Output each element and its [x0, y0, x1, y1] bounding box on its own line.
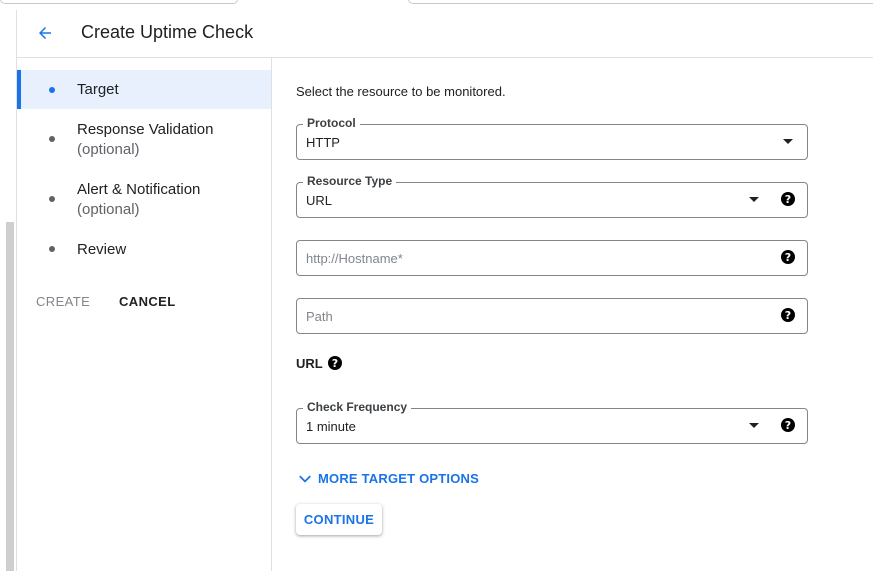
active-step-indicator	[17, 70, 21, 109]
uptime-check-page: Create Uptime Check Target Response Vali…	[0, 0, 873, 571]
create-button[interactable]: CREATE	[36, 294, 90, 309]
step-target[interactable]: Target	[17, 70, 271, 109]
protocol-select[interactable]: Protocol HTTP	[296, 116, 808, 160]
step-sublabel: (optional)	[77, 201, 140, 218]
check-frequency-value: 1 minute	[306, 419, 356, 434]
continue-button[interactable]: CONTINUE	[296, 504, 382, 535]
page-title: Create Uptime Check	[81, 22, 254, 42]
help-icon[interactable]: ?	[328, 356, 342, 370]
step-label: Response Validation	[77, 121, 214, 138]
step-dot	[49, 196, 55, 202]
arrow-back-icon	[39, 27, 51, 39]
more-target-options-toggle[interactable]: MORE TARGET OPTIONS	[298, 471, 479, 486]
step-label: Alert & Notification	[77, 181, 201, 198]
help-icon[interactable]: ?	[781, 308, 795, 322]
step-dot	[49, 87, 55, 93]
protocol-label: Protocol	[303, 116, 360, 130]
hostname-input[interactable]: http://Hostname* ?	[296, 240, 808, 276]
scrollbar-thumb[interactable]	[6, 222, 14, 571]
step-alert-notification[interactable]: Alert & Notification (optional)	[17, 174, 271, 224]
step-dot	[49, 246, 55, 252]
help-icon[interactable]: ?	[781, 192, 795, 206]
step-sublabel: (optional)	[77, 141, 140, 158]
url-label: URL	[296, 356, 323, 371]
browser-address-edge	[408, 0, 873, 4]
step-label: Review	[77, 241, 127, 258]
form-intro-text: Select the resource to be monitored.	[296, 84, 506, 99]
resource-type-select[interactable]: Resource Type URL ?	[296, 174, 808, 218]
hostname-placeholder: http://Hostname*	[306, 251, 403, 266]
step-response-validation[interactable]: Response Validation (optional)	[17, 114, 271, 164]
help-icon[interactable]: ?	[781, 418, 795, 432]
browser-top-strip	[0, 0, 873, 8]
check-frequency-select[interactable]: Check Frequency 1 minute ?	[296, 400, 808, 444]
continue-label: CONTINUE	[303, 512, 375, 527]
stepper: Target Response Validation (optional) Al…	[17, 58, 271, 571]
cancel-button[interactable]: CANCEL	[119, 294, 176, 309]
step-review[interactable]: Review	[17, 234, 271, 264]
page-header: Create Uptime Check	[17, 10, 873, 58]
protocol-value: HTTP	[306, 135, 340, 150]
path-placeholder: Path	[306, 309, 333, 324]
help-icon[interactable]: ?	[781, 250, 795, 264]
chevron-down-icon	[299, 474, 311, 483]
arrow-drop-down-icon	[783, 139, 793, 144]
resource-type-value: URL	[306, 193, 333, 208]
back-button[interactable]	[33, 21, 57, 45]
path-input[interactable]: Path ?	[296, 298, 808, 334]
arrow-drop-down-icon	[749, 423, 759, 428]
stepper-divider	[271, 58, 272, 571]
more-target-options-label: MORE TARGET OPTIONS	[318, 471, 480, 486]
arrow-drop-down-icon	[749, 197, 759, 202]
check-frequency-label: Check Frequency	[303, 400, 412, 414]
step-label: Target	[77, 81, 119, 98]
step-dot	[49, 136, 55, 142]
browser-tab-edge	[0, 0, 238, 4]
resource-type-label: Resource Type	[303, 174, 397, 188]
